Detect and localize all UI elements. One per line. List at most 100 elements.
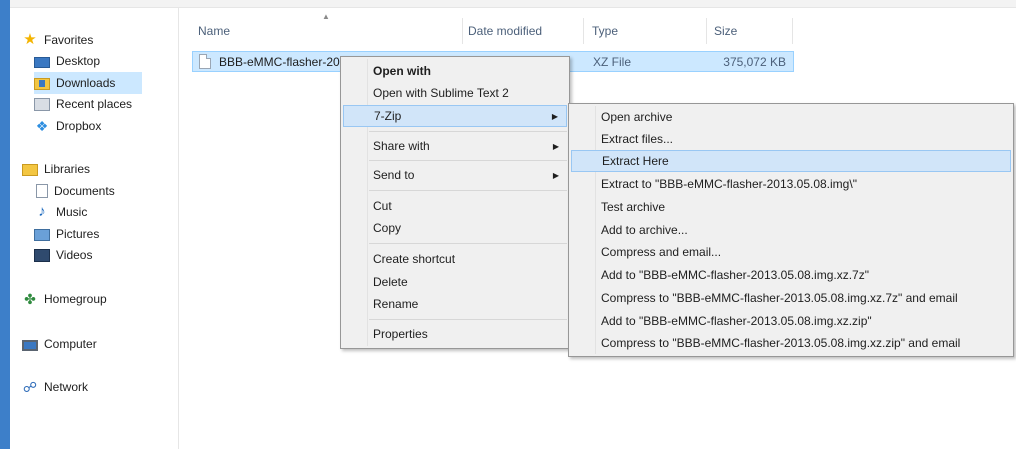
menu-item-rename[interactable]: Rename — [343, 293, 567, 315]
menu-item-delete[interactable]: Delete — [343, 271, 567, 293]
menu-item-label: Add to "BBB-eMMC-flasher-2013.05.08.img.… — [601, 314, 872, 328]
column-header-label: Date modified — [468, 24, 543, 38]
menu-item-create-shortcut[interactable]: Create shortcut — [343, 248, 567, 270]
nav-item-pictures[interactable]: Pictures — [34, 223, 99, 245]
libraries-folder-icon — [22, 164, 38, 176]
nav-homegroup-label: Homegroup — [44, 292, 107, 306]
menu-item-label: Open with — [373, 64, 431, 78]
menu-item-label: Share with — [373, 139, 430, 153]
nav-item-label: Desktop — [56, 54, 101, 68]
submenu-arrow-icon: ▶ — [551, 111, 558, 121]
submenu-item-add-to-archive[interactable]: Add to archive... — [571, 219, 1011, 241]
menu-item-7zip[interactable]: 7-Zip ▶ — [343, 105, 567, 127]
menu-item-label: 7-Zip — [374, 109, 402, 123]
menu-item-label: Extract to "BBB-eMMC-flasher-2013.05.08.… — [601, 177, 857, 191]
submenu-item-open-archive[interactable]: Open archive — [571, 106, 1011, 128]
column-header-label: Type — [592, 24, 619, 38]
column-divider[interactable] — [583, 18, 584, 44]
submenu-item-compress-7z-email[interactable]: Compress to "BBB-eMMC-flasher-2013.05.08… — [571, 287, 1011, 309]
menu-item-open-with[interactable]: Open with — [343, 60, 567, 82]
menu-item-copy[interactable]: Copy — [343, 217, 567, 239]
nav-network-label: Network — [44, 380, 89, 394]
file-name: BBB-eMMC-flasher-20 — [219, 55, 340, 69]
nav-item-videos[interactable]: Videos — [34, 244, 92, 266]
submenu-item-extract-to-folder[interactable]: Extract to "BBB-eMMC-flasher-2013.05.08.… — [571, 173, 1011, 195]
nav-computer[interactable]: Computer — [22, 333, 97, 355]
column-divider[interactable] — [706, 18, 707, 44]
submenu-item-extract-here[interactable]: Extract Here — [571, 150, 1011, 172]
column-divider[interactable] — [462, 18, 463, 44]
menu-item-label: Send to — [373, 168, 415, 182]
star-icon: ★ — [23, 31, 37, 48]
column-header-name[interactable]: Name — [198, 18, 458, 44]
nav-libraries-label: Libraries — [44, 162, 91, 176]
menu-item-label: Cut — [373, 199, 392, 213]
nav-item-label: Music — [56, 205, 88, 219]
nav-pane-divider[interactable] — [178, 8, 179, 449]
nav-favorites[interactable]: ★ Favorites — [22, 29, 93, 51]
menu-item-send-to[interactable]: Send to ▶ — [343, 164, 567, 186]
file-type: XZ File — [593, 55, 632, 69]
menu-separator — [369, 243, 567, 244]
nav-homegroup[interactable]: ✤ Homegroup — [22, 288, 107, 310]
menu-item-label: Add to archive... — [601, 223, 688, 237]
documents-icon — [36, 184, 48, 198]
submenu-item-add-to-zip[interactable]: Add to "BBB-eMMC-flasher-2013.05.08.img.… — [571, 310, 1011, 332]
column-header-type[interactable]: Type — [592, 18, 702, 44]
menu-item-label: Extract files... — [601, 132, 674, 146]
nav-item-desktop[interactable]: Desktop — [34, 50, 100, 72]
nav-item-recent-places[interactable]: Recent places — [34, 93, 132, 115]
menu-item-label: Properties — [373, 327, 428, 341]
menu-item-cut[interactable]: Cut — [343, 195, 567, 217]
column-header-label: Size — [714, 24, 738, 38]
nav-item-label: Recent places — [56, 97, 133, 111]
menu-separator — [369, 131, 567, 132]
submenu-item-compress-and-email[interactable]: Compress and email... — [571, 241, 1011, 263]
menu-separator — [369, 190, 567, 191]
homegroup-icon: ✤ — [24, 291, 36, 307]
nav-network[interactable]: ☍ Network — [22, 376, 88, 398]
menu-item-label: Test archive — [601, 200, 666, 214]
menu-item-label: Create shortcut — [373, 252, 456, 266]
nav-libraries[interactable]: Libraries — [22, 158, 90, 180]
menu-item-label: Delete — [373, 275, 408, 289]
dropbox-icon: ❖ — [35, 118, 49, 134]
submenu-item-compress-zip-email[interactable]: Compress to "BBB-eMMC-flasher-2013.05.08… — [571, 332, 1011, 354]
submenu-item-test-archive[interactable]: Test archive — [571, 196, 1011, 218]
menu-item-label: Compress to "BBB-eMMC-flasher-2013.05.08… — [601, 291, 958, 305]
menu-item-label: Compress to "BBB-eMMC-flasher-2013.05.08… — [601, 336, 961, 350]
videos-icon — [34, 249, 50, 262]
recent-places-icon — [34, 98, 50, 111]
menu-item-label: Add to "BBB-eMMC-flasher-2013.05.08.img.… — [601, 268, 869, 282]
submenu-item-add-to-7z[interactable]: Add to "BBB-eMMC-flasher-2013.05.08.img.… — [571, 264, 1011, 286]
menu-separator — [369, 319, 567, 320]
window-top-strip — [10, 0, 1016, 8]
file-icon — [199, 54, 211, 69]
menu-item-properties[interactable]: Properties — [343, 323, 567, 345]
menu-separator — [369, 160, 567, 161]
desktop-icon — [34, 56, 50, 68]
downloads-folder-icon — [34, 78, 50, 90]
column-header-size[interactable]: Size — [714, 18, 790, 44]
nav-item-label: Documents — [54, 184, 115, 198]
menu-item-label: Copy — [373, 221, 402, 235]
nav-item-downloads[interactable]: Downloads — [34, 72, 142, 94]
computer-icon — [22, 339, 38, 351]
pictures-icon — [34, 229, 50, 241]
menu-item-label: Open with Sublime Text 2 — [373, 86, 509, 100]
submenu-item-extract-files[interactable]: Extract files... — [571, 128, 1011, 150]
menu-item-label: Open archive — [601, 110, 673, 124]
nav-item-dropbox[interactable]: ❖ Dropbox — [34, 115, 102, 137]
menu-item-open-with-sublime[interactable]: Open with Sublime Text 2 — [343, 82, 567, 104]
nav-item-documents[interactable]: Documents — [34, 180, 115, 202]
column-divider[interactable] — [792, 18, 793, 44]
nav-item-label: Pictures — [56, 227, 100, 241]
nav-item-music[interactable]: ♪ Music — [34, 201, 87, 223]
column-header-date-modified[interactable]: Date modified — [468, 18, 580, 44]
nav-item-label: Downloads — [56, 76, 116, 90]
menu-item-label: Compress and email... — [601, 245, 722, 259]
network-icon: ☍ — [22, 379, 38, 395]
menu-item-label: Extract Here — [602, 154, 669, 168]
menu-item-share-with[interactable]: Share with ▶ — [343, 135, 567, 157]
nav-item-label: Videos — [56, 248, 93, 262]
